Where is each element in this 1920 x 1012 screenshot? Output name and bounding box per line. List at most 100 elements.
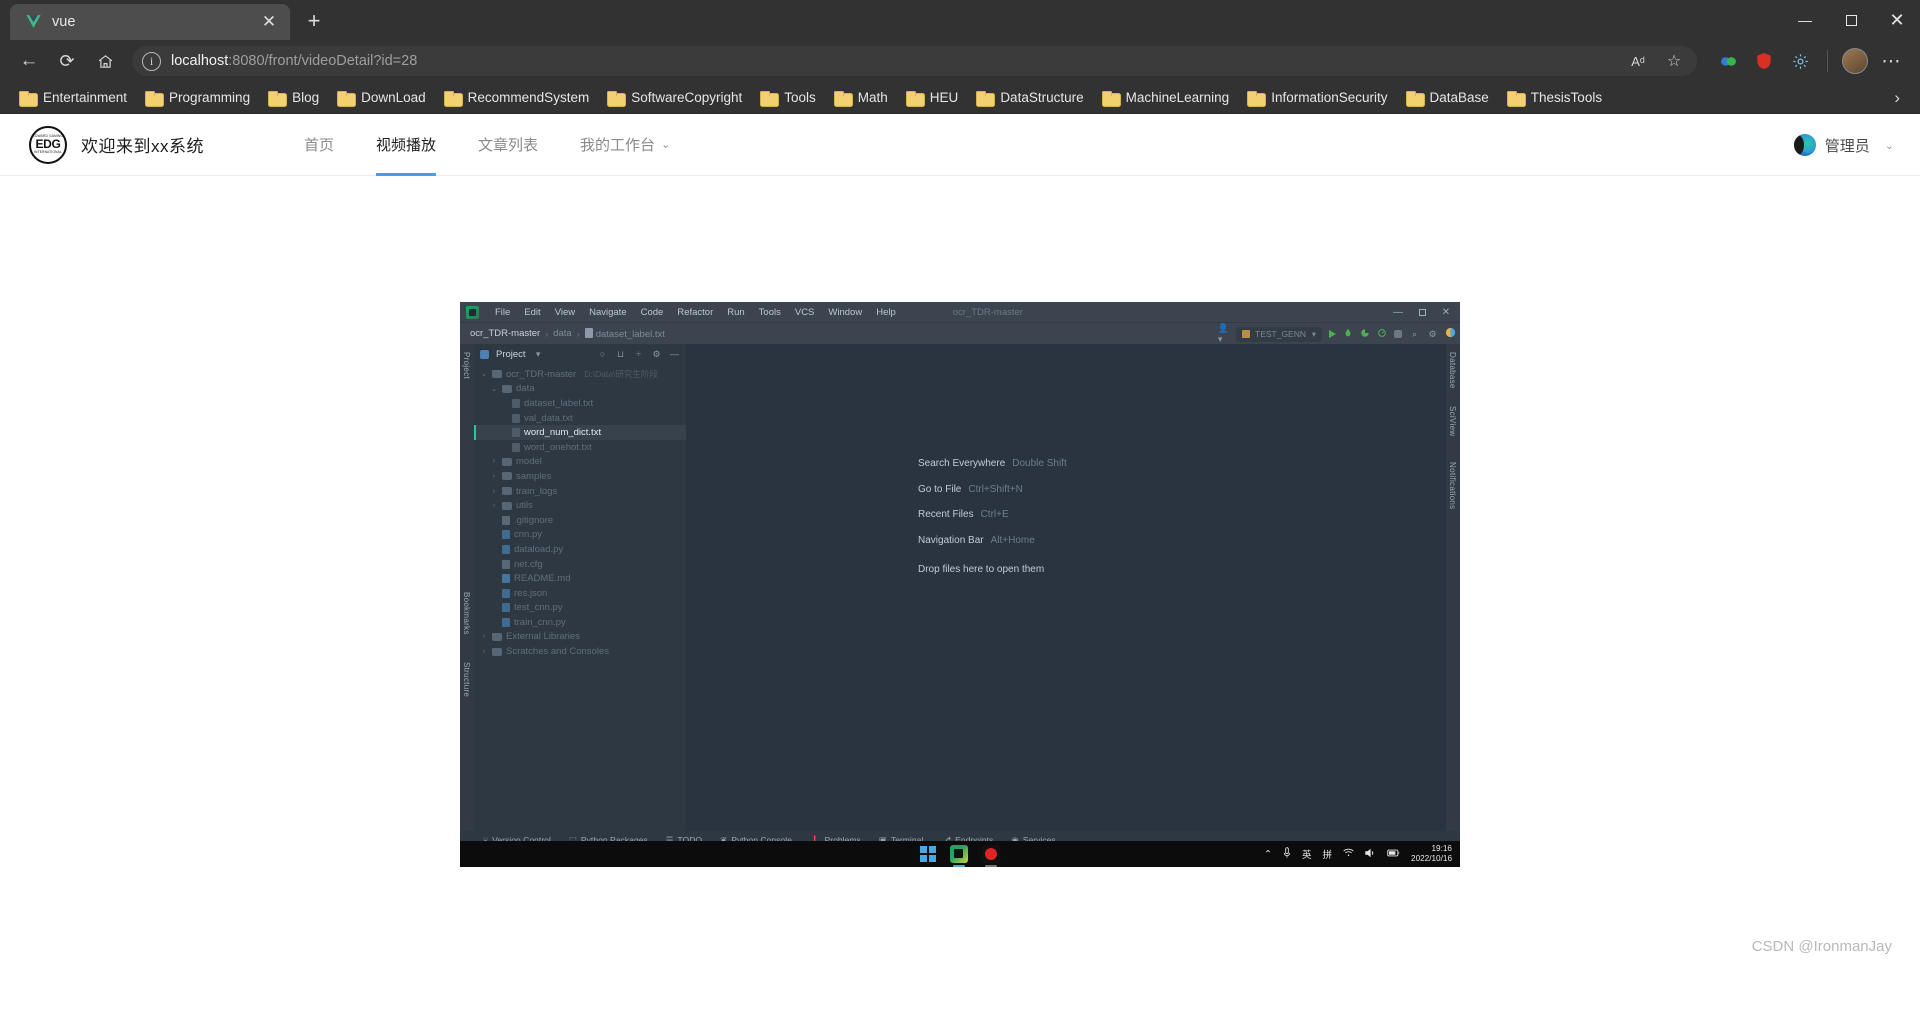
avatar-icon[interactable]: [1445, 327, 1456, 341]
ide-menu-file[interactable]: File: [488, 305, 517, 320]
editor-placeholder[interactable]: Search Everywhere Double Shift Go to File C…: [686, 344, 1446, 831]
bookmark-download[interactable]: DownLoad: [328, 87, 435, 108]
address-bar[interactable]: i localhost:8080/front/videoDetail?id=28…: [132, 46, 1697, 76]
chevron-icon[interactable]: ›: [490, 473, 498, 480]
tree-node[interactable]: README.md: [474, 571, 686, 586]
read-aloud-icon[interactable]: Aᵈ: [1625, 48, 1651, 74]
nav-item-0[interactable]: 首页: [304, 114, 334, 176]
microphone-icon[interactable]: [1283, 846, 1291, 862]
bookmark-database[interactable]: DataBase: [1397, 87, 1498, 108]
run-configuration-selector[interactable]: TEST_GENN ▾: [1236, 326, 1322, 342]
battery-icon[interactable]: [1387, 849, 1400, 860]
chevron-icon[interactable]: ⌄: [480, 370, 488, 378]
tree-node[interactable]: test_cnn.py: [474, 601, 686, 616]
bookmark-thesistools[interactable]: ThesisTools: [1498, 87, 1611, 108]
profile-avatar[interactable]: [1838, 44, 1872, 78]
ide-menu-vcs[interactable]: VCS: [788, 305, 822, 320]
taskbar-pycharm-icon[interactable]: [950, 845, 968, 867]
ide-menu-tools[interactable]: Tools: [752, 305, 788, 320]
window-close-button[interactable]: ✕: [1874, 0, 1920, 40]
windows-start-icon[interactable]: [920, 846, 936, 862]
ime-language-icon[interactable]: 英: [1302, 847, 1312, 861]
ide-menu-navigate[interactable]: Navigate: [582, 305, 634, 320]
chevron-icon[interactable]: ›: [490, 458, 498, 465]
reload-icon[interactable]: ⟳: [50, 44, 84, 78]
nav-item-1[interactable]: 视频播放: [376, 114, 437, 176]
collapse-icon[interactable]: ⊔: [615, 349, 626, 360]
tool-strip-sciview[interactable]: SciView: [1448, 406, 1457, 436]
ide-menu-window[interactable]: Window: [821, 305, 869, 320]
tree-node[interactable]: ⌄ ocr_TDR-master D:\Data\研究生阶段: [474, 367, 686, 382]
tool-strip-project[interactable]: Project: [462, 352, 471, 379]
gear-icon[interactable]: ⚙: [1427, 329, 1438, 340]
tree-node[interactable]: › train_logs: [474, 484, 686, 499]
hide-icon[interactable]: ○: [597, 349, 608, 360]
window-minimize-button[interactable]: —: [1782, 0, 1828, 40]
more-options-icon[interactable]: ⋯: [1874, 44, 1908, 78]
tree-node[interactable]: dataload.py: [474, 542, 686, 557]
bookmark-datastructure[interactable]: DataStructure: [967, 87, 1092, 108]
bookmark-softwarecopyright[interactable]: SoftwareCopyright: [598, 87, 751, 108]
bookmark-blog[interactable]: Blog: [259, 87, 328, 108]
tree-node[interactable]: word_onehot.txt: [474, 440, 686, 455]
bookmark-tools[interactable]: Tools: [751, 87, 825, 108]
tree-node[interactable]: .gitignore: [474, 513, 686, 528]
tab-close-icon[interactable]: ✕: [256, 9, 282, 35]
ide-close-button[interactable]: ✕: [1434, 302, 1458, 322]
settings-gear-icon[interactable]: [1783, 44, 1817, 78]
home-icon[interactable]: [88, 44, 122, 78]
expand-icon[interactable]: ÷: [633, 349, 644, 360]
browser-tab[interactable]: vue ✕: [10, 4, 290, 40]
coverage-icon[interactable]: [1360, 328, 1370, 341]
minimize-icon[interactable]: —: [669, 349, 680, 360]
tree-node[interactable]: net.cfg: [474, 557, 686, 572]
bookmark-math[interactable]: Math: [825, 87, 897, 108]
tool-strip-database[interactable]: Database: [1448, 352, 1457, 389]
search-icon[interactable]: ⌕: [1409, 329, 1420, 340]
tool-strip-bookmarks[interactable]: Bookmarks: [462, 592, 471, 635]
ide-menu-view[interactable]: View: [548, 305, 582, 320]
taskbar-screen-recorder-icon[interactable]: [982, 845, 1000, 867]
nav-item-2[interactable]: 文章列表: [478, 114, 538, 176]
tree-node[interactable]: res.json: [474, 586, 686, 601]
favorite-star-icon[interactable]: ☆: [1661, 48, 1687, 74]
user-menu[interactable]: 管理员 ⌄: [1793, 114, 1894, 176]
tree-node[interactable]: dataset_label.txt: [474, 396, 686, 411]
window-maximize-button[interactable]: [1828, 0, 1874, 40]
bookmarks-overflow-icon[interactable]: ›: [1884, 88, 1910, 108]
tree-node[interactable]: cnn.py: [474, 528, 686, 543]
chevron-icon[interactable]: ⌄: [490, 385, 498, 393]
bookmark-recommendsystem[interactable]: RecommendSystem: [435, 87, 599, 108]
taskbar-clock[interactable]: 19:16 2022/10/16: [1411, 844, 1452, 863]
tree-node[interactable]: word_num_dict.txt: [474, 425, 686, 440]
site-info-icon[interactable]: i: [142, 51, 161, 71]
tree-node[interactable]: val_data.txt: [474, 411, 686, 426]
ide-minimize-button[interactable]: —: [1386, 302, 1410, 322]
tree-node[interactable]: ⌄ data: [474, 382, 686, 397]
user-settings-icon[interactable]: 👤▾: [1218, 323, 1229, 344]
chevron-icon[interactable]: ›: [480, 648, 488, 655]
ide-menu-run[interactable]: Run: [720, 305, 751, 320]
debug-icon[interactable]: [1343, 328, 1353, 341]
bookmark-informationsecurity[interactable]: InformationSecurity: [1238, 87, 1396, 108]
gear-icon[interactable]: ⚙: [651, 349, 662, 360]
video-player[interactable]: File Edit View Navigate Code Refactor Run Tools…: [460, 302, 1460, 867]
tool-strip-structure[interactable]: Structure: [462, 662, 471, 697]
tray-chevron-icon[interactable]: ⌃: [1264, 849, 1272, 860]
run-icon[interactable]: [1329, 330, 1336, 338]
ide-menu-edit[interactable]: Edit: [517, 305, 547, 320]
stop-icon[interactable]: [1394, 330, 1402, 338]
bookmark-machinelearning[interactable]: MachineLearning: [1093, 87, 1239, 108]
tree-node[interactable]: › samples: [474, 469, 686, 484]
collections-icon[interactable]: [1711, 44, 1745, 78]
tree-node[interactable]: › Scratches and Consoles: [474, 644, 686, 659]
tree-node[interactable]: › utils: [474, 498, 686, 513]
chevron-icon[interactable]: ›: [490, 488, 498, 495]
ide-menu-refactor[interactable]: Refactor: [670, 305, 720, 320]
ide-menu-code[interactable]: Code: [634, 305, 671, 320]
bookmark-heu[interactable]: HEU: [897, 87, 968, 108]
ime-pinyin-icon[interactable]: 拼: [1323, 847, 1333, 861]
tool-strip-notifications[interactable]: Notifications: [1448, 462, 1457, 509]
nav-item-3[interactable]: 我的工作台 ⌄: [580, 114, 670, 176]
tree-node[interactable]: train_cnn.py: [474, 615, 686, 630]
